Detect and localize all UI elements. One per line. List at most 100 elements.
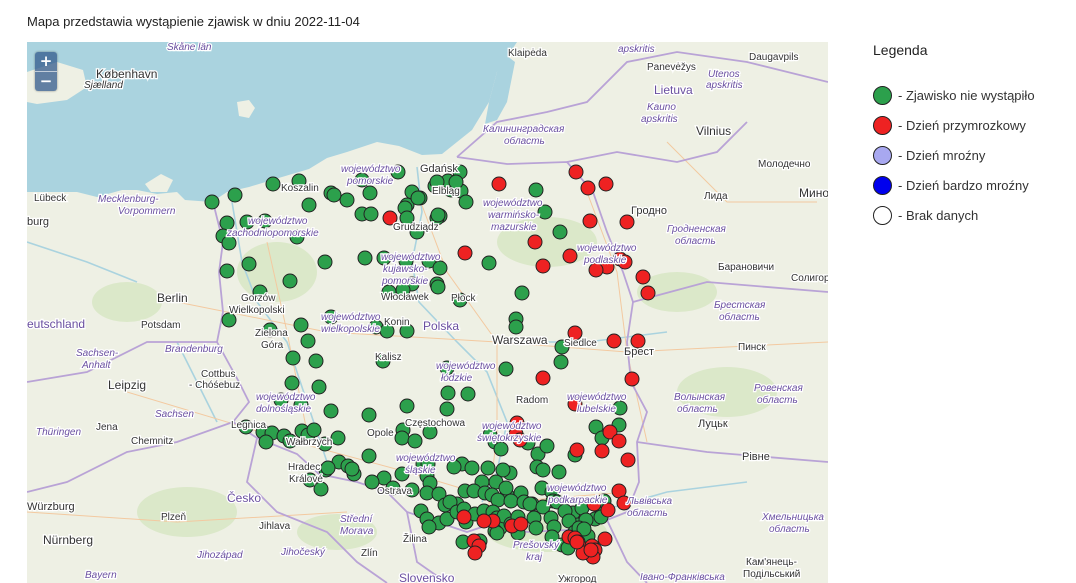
station-marker-frost-day[interactable]	[568, 164, 584, 180]
station-marker-frost-day[interactable]	[457, 245, 473, 261]
station-marker-no-phenomenon[interactable]	[282, 273, 298, 289]
station-marker-no-phenomenon[interactable]	[339, 192, 355, 208]
station-marker-frost-day[interactable]	[598, 176, 614, 192]
map-label: Ровенская	[754, 383, 803, 394]
map-label: Wielkopolski	[229, 305, 285, 316]
station-marker-no-phenomenon[interactable]	[326, 187, 342, 203]
zoom-in-button[interactable]: +	[35, 52, 57, 71]
station-marker-no-phenomenon[interactable]	[301, 197, 317, 213]
map-label: Leipzig	[108, 378, 146, 392]
station-marker-no-phenomenon[interactable]	[317, 254, 333, 270]
station-marker-no-phenomenon[interactable]	[498, 480, 514, 496]
station-marker-no-phenomenon[interactable]	[552, 224, 568, 240]
station-marker-frost-day[interactable]	[620, 452, 636, 468]
station-marker-frost-day[interactable]	[606, 333, 622, 349]
station-marker-frost-day[interactable]	[476, 513, 492, 529]
station-marker-no-phenomenon[interactable]	[535, 462, 551, 478]
map-label: Elbląg	[432, 186, 460, 197]
station-marker-no-phenomenon[interactable]	[407, 433, 423, 449]
station-marker-no-phenomenon[interactable]	[551, 464, 567, 480]
station-marker-frost-day[interactable]	[535, 370, 551, 386]
station-marker-no-phenomenon[interactable]	[430, 207, 446, 223]
station-marker-frost-day[interactable]	[624, 371, 640, 387]
station-marker-no-phenomenon[interactable]	[528, 182, 544, 198]
station-marker-no-phenomenon[interactable]	[480, 460, 496, 476]
station-marker-no-phenomenon[interactable]	[528, 520, 544, 536]
station-marker-frost-day[interactable]	[535, 258, 551, 274]
page-title: Mapa przedstawia wystąpienie zjawisk w d…	[27, 14, 360, 29]
station-marker-no-phenomenon[interactable]	[308, 353, 324, 369]
station-marker-frost-day[interactable]	[580, 180, 596, 196]
station-marker-frost-day[interactable]	[611, 433, 627, 449]
station-marker-no-phenomenon[interactable]	[344, 461, 360, 477]
map-label: область	[504, 135, 545, 147]
station-marker-no-phenomenon[interactable]	[460, 386, 476, 402]
station-marker-no-phenomenon[interactable]	[293, 317, 309, 333]
station-marker-no-phenomenon[interactable]	[498, 361, 514, 377]
station-marker-frost-day[interactable]	[527, 234, 543, 250]
station-marker-frost-day[interactable]	[597, 531, 613, 547]
station-marker-frost-day[interactable]	[569, 534, 585, 550]
station-marker-no-phenomenon[interactable]	[320, 460, 336, 476]
map-label: dolnośląskie	[256, 404, 311, 415]
station-marker-no-phenomenon[interactable]	[227, 187, 243, 203]
station-marker-frost-day[interactable]	[513, 516, 529, 532]
station-marker-no-phenomenon[interactable]	[522, 496, 538, 512]
station-marker-no-phenomenon[interactable]	[439, 401, 455, 417]
legend-item-very-frosty-day: - Dzień bardzo mroźny	[873, 170, 1063, 200]
map-label: Луцьк	[698, 418, 728, 430]
station-marker-no-phenomenon[interactable]	[432, 260, 448, 276]
station-marker-no-phenomenon[interactable]	[493, 441, 509, 457]
zoom-control[interactable]: + −	[35, 52, 57, 91]
station-marker-no-phenomenon[interactable]	[553, 354, 569, 370]
station-marker-no-phenomenon[interactable]	[330, 430, 346, 446]
station-marker-no-phenomenon[interactable]	[363, 206, 379, 222]
station-marker-frost-day[interactable]	[619, 214, 635, 230]
station-marker-no-phenomenon[interactable]	[357, 250, 373, 266]
map-label: Grudziądz	[393, 222, 439, 233]
station-marker-frost-day[interactable]	[491, 176, 507, 192]
station-marker-no-phenomenon[interactable]	[362, 185, 378, 201]
station-marker-no-phenomenon[interactable]	[481, 255, 497, 271]
station-marker-no-phenomenon[interactable]	[394, 430, 410, 446]
map-view[interactable]: København Sjælland Skåne län Klaipėda Panevė…	[27, 42, 828, 583]
station-marker-no-phenomenon[interactable]	[421, 519, 437, 535]
station-marker-frost-day[interactable]	[594, 443, 610, 459]
station-marker-no-phenomenon[interactable]	[503, 493, 519, 509]
station-marker-no-phenomenon[interactable]	[458, 194, 474, 210]
station-marker-frost-day[interactable]	[569, 442, 585, 458]
station-marker-no-phenomenon[interactable]	[219, 263, 235, 279]
station-marker-frost-day[interactable]	[456, 509, 472, 525]
station-marker-no-phenomenon[interactable]	[258, 434, 274, 450]
map-label: Anhalt	[81, 360, 112, 371]
map-canvas[interactable]: KøbenhavnSjælland Skåne län Klaipėda Panevė…	[27, 42, 828, 583]
station-marker-no-phenomenon[interactable]	[430, 279, 446, 295]
legend-label: - Dzień mroźny	[898, 147, 986, 163]
station-marker-no-phenomenon[interactable]	[265, 176, 281, 192]
station-marker-frost-day[interactable]	[467, 545, 483, 561]
station-marker-frost-day[interactable]	[640, 285, 656, 301]
station-marker-no-phenomenon[interactable]	[539, 438, 555, 454]
station-marker-no-phenomenon[interactable]	[306, 422, 322, 438]
map-label: zachodniopomorskie	[226, 228, 319, 239]
station-marker-no-phenomenon[interactable]	[241, 256, 257, 272]
station-marker-no-phenomenon[interactable]	[399, 398, 415, 414]
station-marker-no-phenomenon[interactable]	[284, 375, 300, 391]
station-marker-no-phenomenon[interactable]	[323, 403, 339, 419]
station-marker-frost-day[interactable]	[582, 213, 598, 229]
station-marker-no-phenomenon[interactable]	[361, 448, 377, 464]
station-marker-no-phenomenon[interactable]	[285, 350, 301, 366]
station-marker-frost-day[interactable]	[562, 248, 578, 264]
zoom-out-button[interactable]: −	[35, 71, 57, 91]
station-marker-no-phenomenon[interactable]	[464, 460, 480, 476]
station-marker-no-phenomenon[interactable]	[508, 319, 524, 335]
map-label: Vilnius	[696, 124, 731, 138]
station-marker-no-phenomenon[interactable]	[300, 333, 316, 349]
station-marker-frost-day[interactable]	[635, 269, 651, 285]
station-marker-no-phenomenon[interactable]	[410, 190, 426, 206]
station-marker-no-phenomenon[interactable]	[204, 194, 220, 210]
station-marker-frost-day[interactable]	[583, 542, 599, 558]
station-marker-no-phenomenon[interactable]	[361, 407, 377, 423]
station-marker-no-phenomenon[interactable]	[514, 285, 530, 301]
station-marker-no-phenomenon[interactable]	[440, 385, 456, 401]
